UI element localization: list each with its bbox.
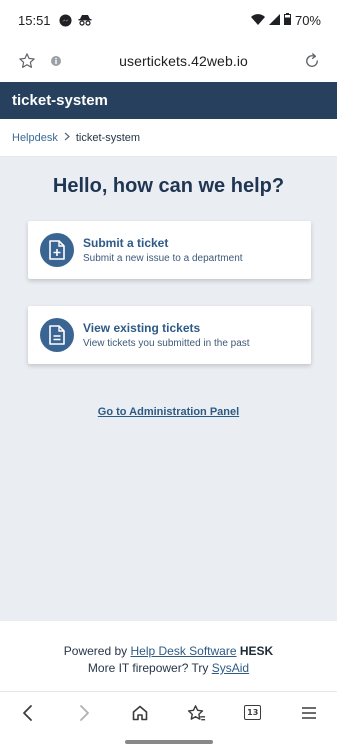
- status-bar: 15:51 70%: [0, 0, 337, 40]
- messenger-icon: [59, 13, 72, 27]
- bottom-nav: 13: [0, 691, 337, 733]
- submit-ticket-subtitle: Submit a new issue to a department: [83, 253, 243, 264]
- incognito-icon: [78, 14, 92, 26]
- submit-ticket-card[interactable]: Submit a ticket Submit a new issue to a …: [28, 221, 311, 279]
- more-firepower-text: More IT firepower? Try: [87, 661, 209, 675]
- app-header: ticket-system: [0, 82, 337, 119]
- breadcrumb: Helpdesk ticket-system: [0, 119, 337, 157]
- info-icon[interactable]: [46, 56, 66, 66]
- file-plus-icon: [40, 233, 74, 267]
- view-tickets-subtitle: View tickets you submitted in the past: [83, 338, 250, 349]
- sysaid-link[interactable]: SysAid: [212, 661, 249, 675]
- page-heading: Hello, how can we help?: [52, 175, 285, 197]
- help-desk-software-link[interactable]: Help Desk Software: [130, 644, 236, 658]
- view-tickets-title: View existing tickets: [83, 321, 201, 335]
- admin-panel-link[interactable]: Go to Administration Panel: [0, 406, 337, 418]
- footer: Powered by Help Desk Software HESK More …: [0, 621, 337, 691]
- header-title[interactable]: ticket-system: [12, 92, 108, 109]
- main-content: Hello, how can we help? Submit a ticket …: [0, 157, 337, 621]
- powered-by-text: Powered by: [63, 644, 128, 658]
- chevron-right-icon: [64, 132, 70, 144]
- breadcrumb-current: ticket-system: [75, 131, 141, 144]
- battery-percent: 70%: [294, 12, 321, 28]
- hesk-brand: HESK: [239, 644, 274, 658]
- tabs-icon[interactable]: 13: [233, 693, 273, 733]
- browser-address-bar: usertickets.42web.io: [0, 40, 337, 82]
- menu-icon[interactable]: [289, 693, 329, 733]
- forward-icon[interactable]: [64, 693, 104, 733]
- submit-ticket-title: Submit a ticket: [83, 236, 169, 250]
- home-icon[interactable]: [120, 693, 160, 733]
- breadcrumb-helpdesk-link[interactable]: Helpdesk: [12, 132, 58, 144]
- signal-icon: [268, 13, 280, 28]
- tab-count: 13: [244, 705, 262, 720]
- footer-line-2: More IT firepower? Try SysAid: [0, 660, 337, 677]
- battery-icon: [283, 12, 291, 28]
- star-icon[interactable]: [16, 50, 38, 72]
- view-tickets-card[interactable]: View existing tickets View tickets you s…: [28, 306, 311, 364]
- wifi-icon: [250, 13, 265, 28]
- url-text[interactable]: usertickets.42web.io: [66, 53, 301, 69]
- file-lines-icon: [40, 318, 74, 352]
- footer-line-1: Powered by Help Desk Software HESK: [0, 643, 337, 660]
- bookmarks-icon[interactable]: [177, 693, 217, 733]
- back-icon[interactable]: [8, 693, 48, 733]
- reload-icon[interactable]: [301, 50, 323, 72]
- home-indicator[interactable]: [125, 740, 213, 744]
- status-time: 15:51: [18, 12, 51, 28]
